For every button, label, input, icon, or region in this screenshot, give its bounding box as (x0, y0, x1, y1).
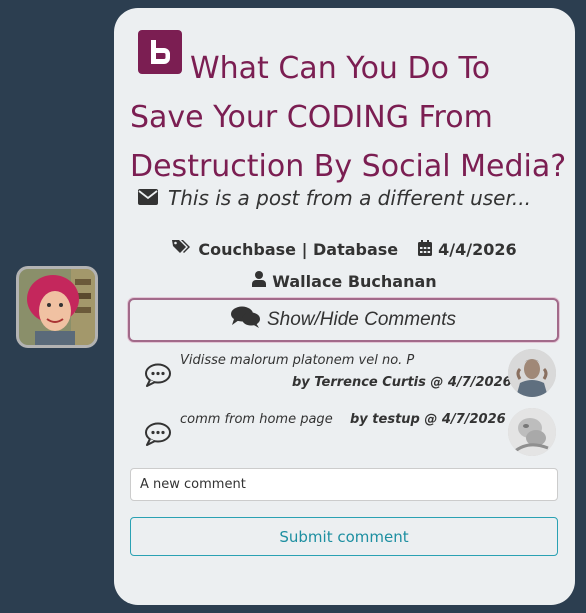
comment-bubble-icon (144, 422, 172, 450)
post-subtitle-text: This is a post from a different user... (168, 186, 531, 210)
user-icon (252, 271, 267, 291)
post-subtitle: This is a post from a different user... (138, 186, 531, 210)
post-tags-text: Couchbase | Database (198, 240, 399, 259)
comment-byline: by Terrence Curtis @ 4/7/2026 (292, 375, 512, 390)
post-title: What Can You Do To Save Your CODING From… (130, 51, 567, 184)
envelope-icon (138, 186, 158, 210)
post-date-text: 4/4/2026 (438, 240, 517, 259)
comment-item: comm from home page by testup @ 4/7/2026 (144, 408, 556, 460)
post-date: 4/4/2026 (418, 239, 517, 260)
commenter-avatar[interactable] (508, 349, 556, 397)
post-title-block: What Can You Do To Save Your CODING From… (130, 30, 570, 191)
post-author[interactable]: Wallace Buchanan (252, 271, 437, 291)
post-card: What Can You Do To Save Your CODING From… (114, 8, 575, 605)
comment-text: comm from home page (180, 412, 333, 427)
post-author-row: Wallace Buchanan (114, 271, 575, 291)
submit-comment-button[interactable]: Submit comment (130, 517, 558, 556)
new-comment-input[interactable] (130, 468, 558, 501)
commenter-avatar[interactable] (508, 408, 556, 456)
comment-bubble-icon (144, 363, 172, 391)
blogger-icon (138, 30, 182, 74)
calendar-icon (418, 239, 433, 260)
toggle-comments-button[interactable]: Show/Hide Comments (128, 298, 559, 342)
comments-icon (230, 306, 261, 334)
post-author-text: Wallace Buchanan (272, 271, 437, 291)
tags-icon (172, 239, 192, 260)
comment-text: Vidisse malorum platonem vel no. P (180, 353, 415, 368)
author-avatar-image (19, 269, 95, 345)
comment-byline: by testup @ 4/7/2026 (350, 412, 506, 427)
post-meta-row: Couchbase | Database 4/4/2026 (114, 239, 575, 260)
toggle-comments-label: Show/Hide Comments (266, 309, 457, 330)
author-avatar[interactable] (16, 266, 98, 348)
post-tags[interactable]: Couchbase | Database (172, 239, 398, 260)
comment-item: Vidisse malorum platonem vel no. P by Te… (144, 349, 556, 401)
